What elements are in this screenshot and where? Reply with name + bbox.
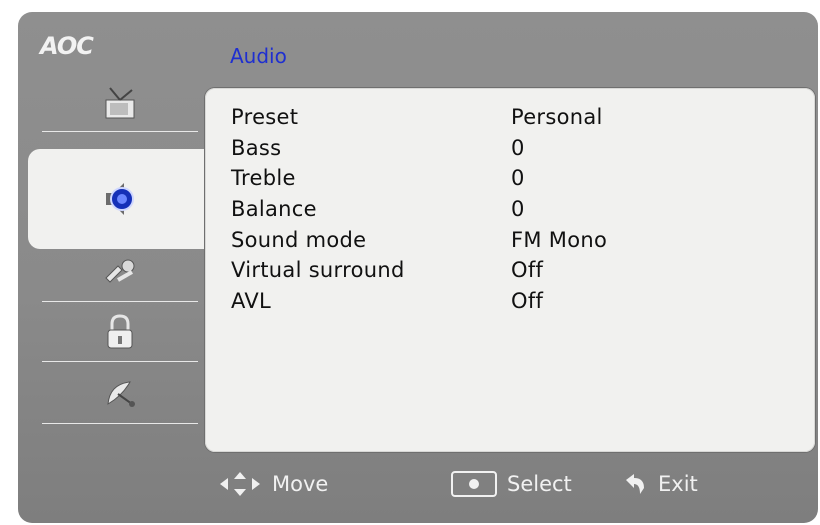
menu-value: 0 xyxy=(511,166,525,191)
speaker-icon xyxy=(106,183,134,215)
menu-value: FM Mono xyxy=(511,227,608,252)
tools-icon xyxy=(105,259,135,283)
audio-settings-panel: Preset Personal Bass 0 Treble 0 Balance … xyxy=(205,88,815,452)
menu-row-preset[interactable]: Preset Personal xyxy=(231,102,791,133)
sidebar-item-setup[interactable] xyxy=(38,244,198,302)
menu-label: Balance xyxy=(231,197,317,222)
exit-arrow-icon xyxy=(626,474,644,494)
select-button-icon xyxy=(451,471,497,497)
sidebar-item-channel[interactable] xyxy=(38,366,198,424)
menu-label: Virtual surround xyxy=(231,258,405,283)
sidebar-item-picture[interactable] xyxy=(38,74,198,132)
lock-icon xyxy=(107,314,133,349)
audio-settings-list: Preset Personal Bass 0 Treble 0 Balance … xyxy=(231,102,791,316)
footer-hints: Move Select Exit xyxy=(18,468,818,508)
menu-label: Bass xyxy=(231,135,282,160)
section-title: Audio xyxy=(230,44,287,68)
sidebar-divider xyxy=(42,131,198,132)
exit-hint: Exit xyxy=(620,468,698,500)
menu-row-balance[interactable]: Balance 0 xyxy=(231,194,791,225)
satellite-dish-icon xyxy=(107,381,135,407)
select-hint: Select xyxy=(451,468,572,500)
tv-antenna-icon xyxy=(105,87,135,119)
sidebar-divider xyxy=(42,361,198,362)
menu-value: 0 xyxy=(511,197,525,222)
menu-value: Off xyxy=(511,288,544,313)
exit-label: Exit xyxy=(658,472,698,496)
move-label: Move xyxy=(272,472,329,496)
move-arrows-icon xyxy=(220,472,260,496)
menu-label: AVL xyxy=(231,288,271,313)
menu-label: Treble xyxy=(231,166,296,191)
sidebar-divider xyxy=(42,423,198,424)
menu-row-treble[interactable]: Treble 0 xyxy=(231,163,791,194)
menu-row-virtual-surround[interactable]: Virtual surround Off xyxy=(231,255,791,286)
menu-value: Off xyxy=(511,258,544,283)
menu-row-bass[interactable]: Bass 0 xyxy=(231,133,791,164)
sidebar-divider xyxy=(42,301,198,302)
sidebar-item-lock[interactable] xyxy=(38,304,198,362)
menu-value: 0 xyxy=(511,135,525,160)
menu-value: Personal xyxy=(511,105,603,130)
select-label: Select xyxy=(507,472,572,496)
brand-logo: AOC xyxy=(40,32,94,60)
sidebar-item-audio[interactable] xyxy=(28,149,218,249)
menu-row-avl[interactable]: AVL Off xyxy=(231,286,791,317)
menu-label: Sound mode xyxy=(231,227,367,252)
menu-row-sound-mode[interactable]: Sound mode FM Mono xyxy=(231,224,791,255)
osd-menu: AOC Audio Preset Personal Bass 0 Treble … xyxy=(18,12,818,523)
move-hint: Move xyxy=(218,468,328,500)
menu-label: Preset xyxy=(231,105,299,130)
